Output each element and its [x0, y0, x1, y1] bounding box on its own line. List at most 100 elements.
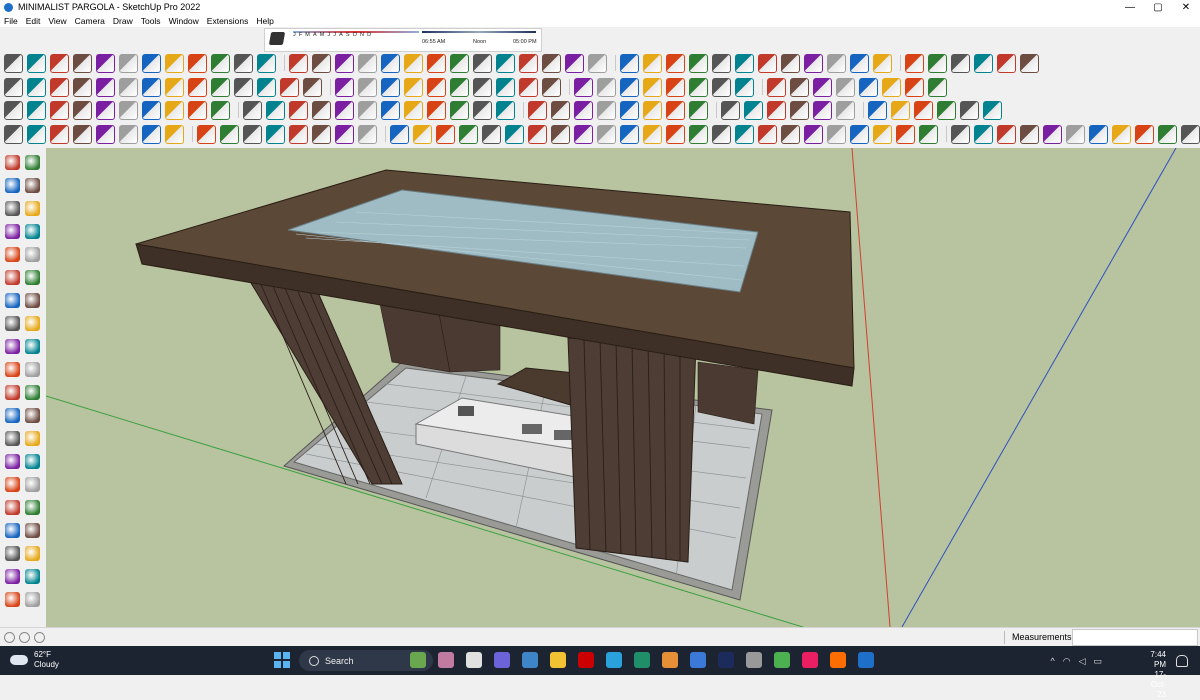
toolbar-tool-icon[interactable]: [689, 100, 708, 120]
toolbar-tool-icon[interactable]: [873, 124, 892, 144]
left-tool-icon[interactable]: [25, 270, 40, 285]
toolbar-tool-icon[interactable]: [312, 124, 331, 144]
toolbar-tool-icon[interactable]: [919, 124, 938, 144]
toolbar-tool-icon[interactable]: [597, 124, 616, 144]
taskbar-app-icon[interactable]: [410, 652, 426, 668]
menu-extensions[interactable]: Extensions: [203, 16, 253, 26]
toolbar-tool-icon[interactable]: [850, 53, 869, 73]
toolbar-tool-icon[interactable]: [859, 77, 878, 97]
taskbar-app-icon[interactable]: [774, 652, 790, 668]
toolbar-tool-icon[interactable]: [243, 124, 262, 144]
toolbar-tool-icon[interactable]: [744, 100, 763, 120]
toolbar-tool-icon[interactable]: [119, 53, 138, 73]
toolbar-tool-icon[interactable]: [813, 100, 832, 120]
toolbar-tool-icon[interactable]: [142, 124, 161, 144]
toolbar-tool-icon[interactable]: [96, 77, 115, 97]
toolbar-tool-icon[interactable]: [50, 77, 69, 97]
toolbar-tool-icon[interactable]: [891, 100, 910, 120]
toolbar-tool-icon[interactable]: [404, 77, 423, 97]
toolbar-tool-icon[interactable]: [551, 124, 570, 144]
toolbar-tool-icon[interactable]: [358, 77, 377, 97]
toolbar-tool-icon[interactable]: [142, 77, 161, 97]
toolbar-tool-icon[interactable]: [280, 77, 299, 97]
menu-view[interactable]: View: [44, 16, 70, 26]
left-tool-icon[interactable]: [25, 454, 40, 469]
toolbar-tool-icon[interactable]: [574, 100, 593, 120]
measurements-input[interactable]: [1072, 629, 1198, 646]
toolbar-tool-icon[interactable]: [914, 100, 933, 120]
toolbar-tool-icon[interactable]: [528, 100, 547, 120]
toolbar-tool-icon[interactable]: [266, 124, 285, 144]
toolbar-tool-icon[interactable]: [1089, 124, 1108, 144]
taskbar-app-icon[interactable]: [494, 652, 510, 668]
left-tool-icon[interactable]: [5, 362, 20, 377]
left-tool-icon[interactable]: [5, 546, 20, 561]
toolbar-tool-icon[interactable]: [735, 77, 754, 97]
toolbar-tool-icon[interactable]: [643, 53, 662, 73]
taskbar-app-icon[interactable]: [662, 652, 678, 668]
toolbar-tool-icon[interactable]: [781, 124, 800, 144]
taskbar-app-icon[interactable]: [830, 652, 846, 668]
toolbar-tool-icon[interactable]: [358, 53, 377, 73]
left-tool-icon[interactable]: [25, 592, 40, 607]
toolbar-tool-icon[interactable]: [813, 77, 832, 97]
toolbar-tool-icon[interactable]: [643, 77, 662, 97]
left-tool-icon[interactable]: [25, 247, 40, 262]
toolbar-tool-icon[interactable]: [50, 124, 69, 144]
volume-icon[interactable]: ◁: [1079, 656, 1086, 667]
left-tool-icon[interactable]: [5, 569, 20, 584]
left-tool-icon[interactable]: [5, 408, 20, 423]
left-tool-icon[interactable]: [5, 523, 20, 538]
toolbar-tool-icon[interactable]: [165, 53, 184, 73]
left-tool-icon[interactable]: [5, 500, 20, 515]
toolbar-tool-icon[interactable]: [528, 124, 547, 144]
toolbar-tool-icon[interactable]: [997, 53, 1016, 73]
toolbar-tool-icon[interactable]: [390, 124, 409, 144]
credits-icon[interactable]: [19, 632, 30, 643]
toolbar-tool-icon[interactable]: [781, 53, 800, 73]
toolbar-tool-icon[interactable]: [289, 53, 308, 73]
toolbar-tool-icon[interactable]: [1112, 124, 1131, 144]
taskbar-app-icon[interactable]: [466, 652, 482, 668]
taskbar-app-icon[interactable]: [522, 652, 538, 668]
toolbar-tool-icon[interactable]: [643, 100, 662, 120]
left-tool-icon[interactable]: [5, 201, 20, 216]
toolbar-tool-icon[interactable]: [427, 53, 446, 73]
toolbar-tool-icon[interactable]: [119, 77, 138, 97]
toolbar-tool-icon[interactable]: [482, 124, 501, 144]
toolbar-tool-icon[interactable]: [905, 77, 924, 97]
toolbar-tool-icon[interactable]: [873, 53, 892, 73]
toolbar-tool-icon[interactable]: [27, 53, 46, 73]
toolbar-tool-icon[interactable]: [427, 77, 446, 97]
toolbar-tool-icon[interactable]: [450, 53, 469, 73]
toolbar-tool-icon[interactable]: [1020, 124, 1039, 144]
toolbar-tool-icon[interactable]: [73, 53, 92, 73]
taskbar-app-icon[interactable]: [718, 652, 734, 668]
toolbar-tool-icon[interactable]: [790, 77, 809, 97]
toolbar-tool-icon[interactable]: [335, 77, 354, 97]
toolbar-tool-icon[interactable]: [335, 100, 354, 120]
model-viewport[interactable]: [46, 148, 1200, 627]
toolbar-tool-icon[interactable]: [312, 53, 331, 73]
taskbar-app-icon[interactable]: [606, 652, 622, 668]
close-button[interactable]: ✕: [1172, 0, 1200, 14]
toolbar-tool-icon[interactable]: [721, 100, 740, 120]
toolbar-tool-icon[interactable]: [257, 77, 276, 97]
menu-help[interactable]: Help: [252, 16, 277, 26]
toolbar-tool-icon[interactable]: [459, 124, 478, 144]
toolbar-tool-icon[interactable]: [289, 100, 308, 120]
left-tool-icon[interactable]: [25, 385, 40, 400]
toolbar-tool-icon[interactable]: [827, 124, 846, 144]
taskbar-app-icon[interactable]: [578, 652, 594, 668]
toolbar-tool-icon[interactable]: [519, 77, 538, 97]
toolbar-tool-icon[interactable]: [473, 77, 492, 97]
toolbar-tool-icon[interactable]: [836, 100, 855, 120]
toolbar-tool-icon[interactable]: [666, 53, 685, 73]
toolbar-tool-icon[interactable]: [381, 100, 400, 120]
toolbar-tool-icon[interactable]: [712, 77, 731, 97]
toolbar-tool-icon[interactable]: [450, 100, 469, 120]
left-tool-icon[interactable]: [25, 178, 40, 193]
toolbar-tool-icon[interactable]: [1135, 124, 1154, 144]
menu-file[interactable]: File: [0, 16, 22, 26]
toolbar-tool-icon[interactable]: [882, 77, 901, 97]
